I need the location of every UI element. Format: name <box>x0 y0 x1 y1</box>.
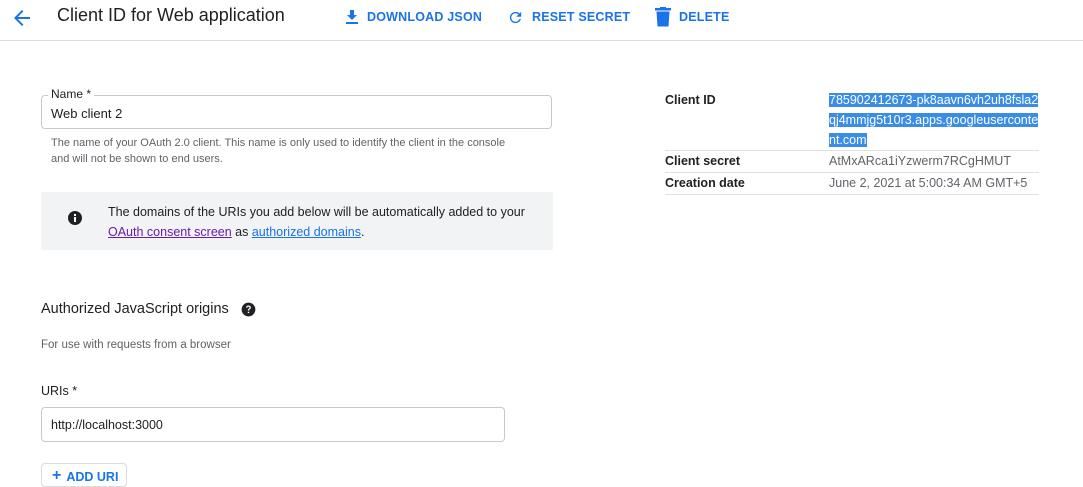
name-helper-text: The name of your OAuth 2.0 client. This … <box>51 137 506 165</box>
name-field[interactable] <box>41 95 552 129</box>
client-id-label: Client ID <box>665 93 716 107</box>
origins-section-title: Authorized JavaScript origins <box>41 301 256 317</box>
reset-secret-button[interactable]: RESET SECRET <box>507 7 630 27</box>
arrow-back-icon <box>14 10 30 26</box>
add-uri-label: ADD URI <box>66 470 119 484</box>
page-title: Client ID for Web application <box>57 5 285 25</box>
download-icon <box>346 10 358 24</box>
back-button[interactable] <box>10 6 34 30</box>
info-text-before: The domains of the URIs you add below wi… <box>108 205 525 219</box>
client-secret-row: Client secret AtMxARca1iYzwerm7RCgHMUT <box>665 151 1039 173</box>
delete-button[interactable]: DELETE <box>655 7 730 27</box>
client-details-table: Client ID 785902412673-pk8aavn6vh2uh8fsl… <box>665 89 1039 195</box>
oauth-consent-screen-link[interactable]: OAuth consent screen <box>108 225 232 239</box>
authorized-domains-link[interactable]: authorized domains <box>252 225 361 239</box>
reset-secret-label: RESET SECRET <box>532 10 631 24</box>
info-icon <box>68 211 82 225</box>
info-banner: The domains of the URIs you add below wi… <box>41 192 553 250</box>
refresh-icon <box>509 11 522 23</box>
client-secret-value: AtMxARca1iYzwerm7RCgHMUT <box>829 154 1011 168</box>
info-text: The domains of the URIs you add below wi… <box>108 202 538 242</box>
client-id-selected-text: 785902412673-pk8aavn6vh2uh8fsla2qj4mmjg5… <box>829 93 1039 147</box>
plus-icon: + <box>52 467 62 484</box>
creation-date-label: Creation date <box>665 176 745 190</box>
name-input[interactable] <box>51 106 531 121</box>
info-text-mid: as <box>231 225 252 239</box>
client-id-value[interactable]: 785902412673-pk8aavn6vh2uh8fsla2qj4mmjg5… <box>829 89 1039 150</box>
add-uri-button[interactable]: + ADD URI <box>41 463 127 487</box>
origins-subtitle: For use with requests from a browser <box>41 339 231 351</box>
delete-label: DELETE <box>679 10 730 24</box>
name-field-label: Name * <box>48 87 95 101</box>
client-secret-label: Client secret <box>665 154 741 168</box>
uri-input[interactable] <box>51 418 491 432</box>
uris-label: URIs * <box>41 384 78 398</box>
creation-date-row: Creation date June 2, 2021 at 5:00:34 AM… <box>665 173 1039 195</box>
app-header: Client ID for Web application DOWNLOAD J… <box>0 0 1083 41</box>
client-id-row: Client ID 785902412673-pk8aavn6vh2uh8fsl… <box>665 89 1039 151</box>
info-text-after: . <box>360 225 365 239</box>
help-icon[interactable] <box>241 302 256 317</box>
creation-date-value: June 2, 2021 at 5:00:34 AM GMT+5 <box>829 176 1028 190</box>
origins-title-text: Authorized JavaScript origins <box>41 301 229 317</box>
download-json-button[interactable]: DOWNLOAD JSON <box>345 7 482 27</box>
uri-field[interactable] <box>41 407 505 442</box>
trash-icon <box>655 7 671 27</box>
download-json-label: DOWNLOAD JSON <box>367 10 483 24</box>
